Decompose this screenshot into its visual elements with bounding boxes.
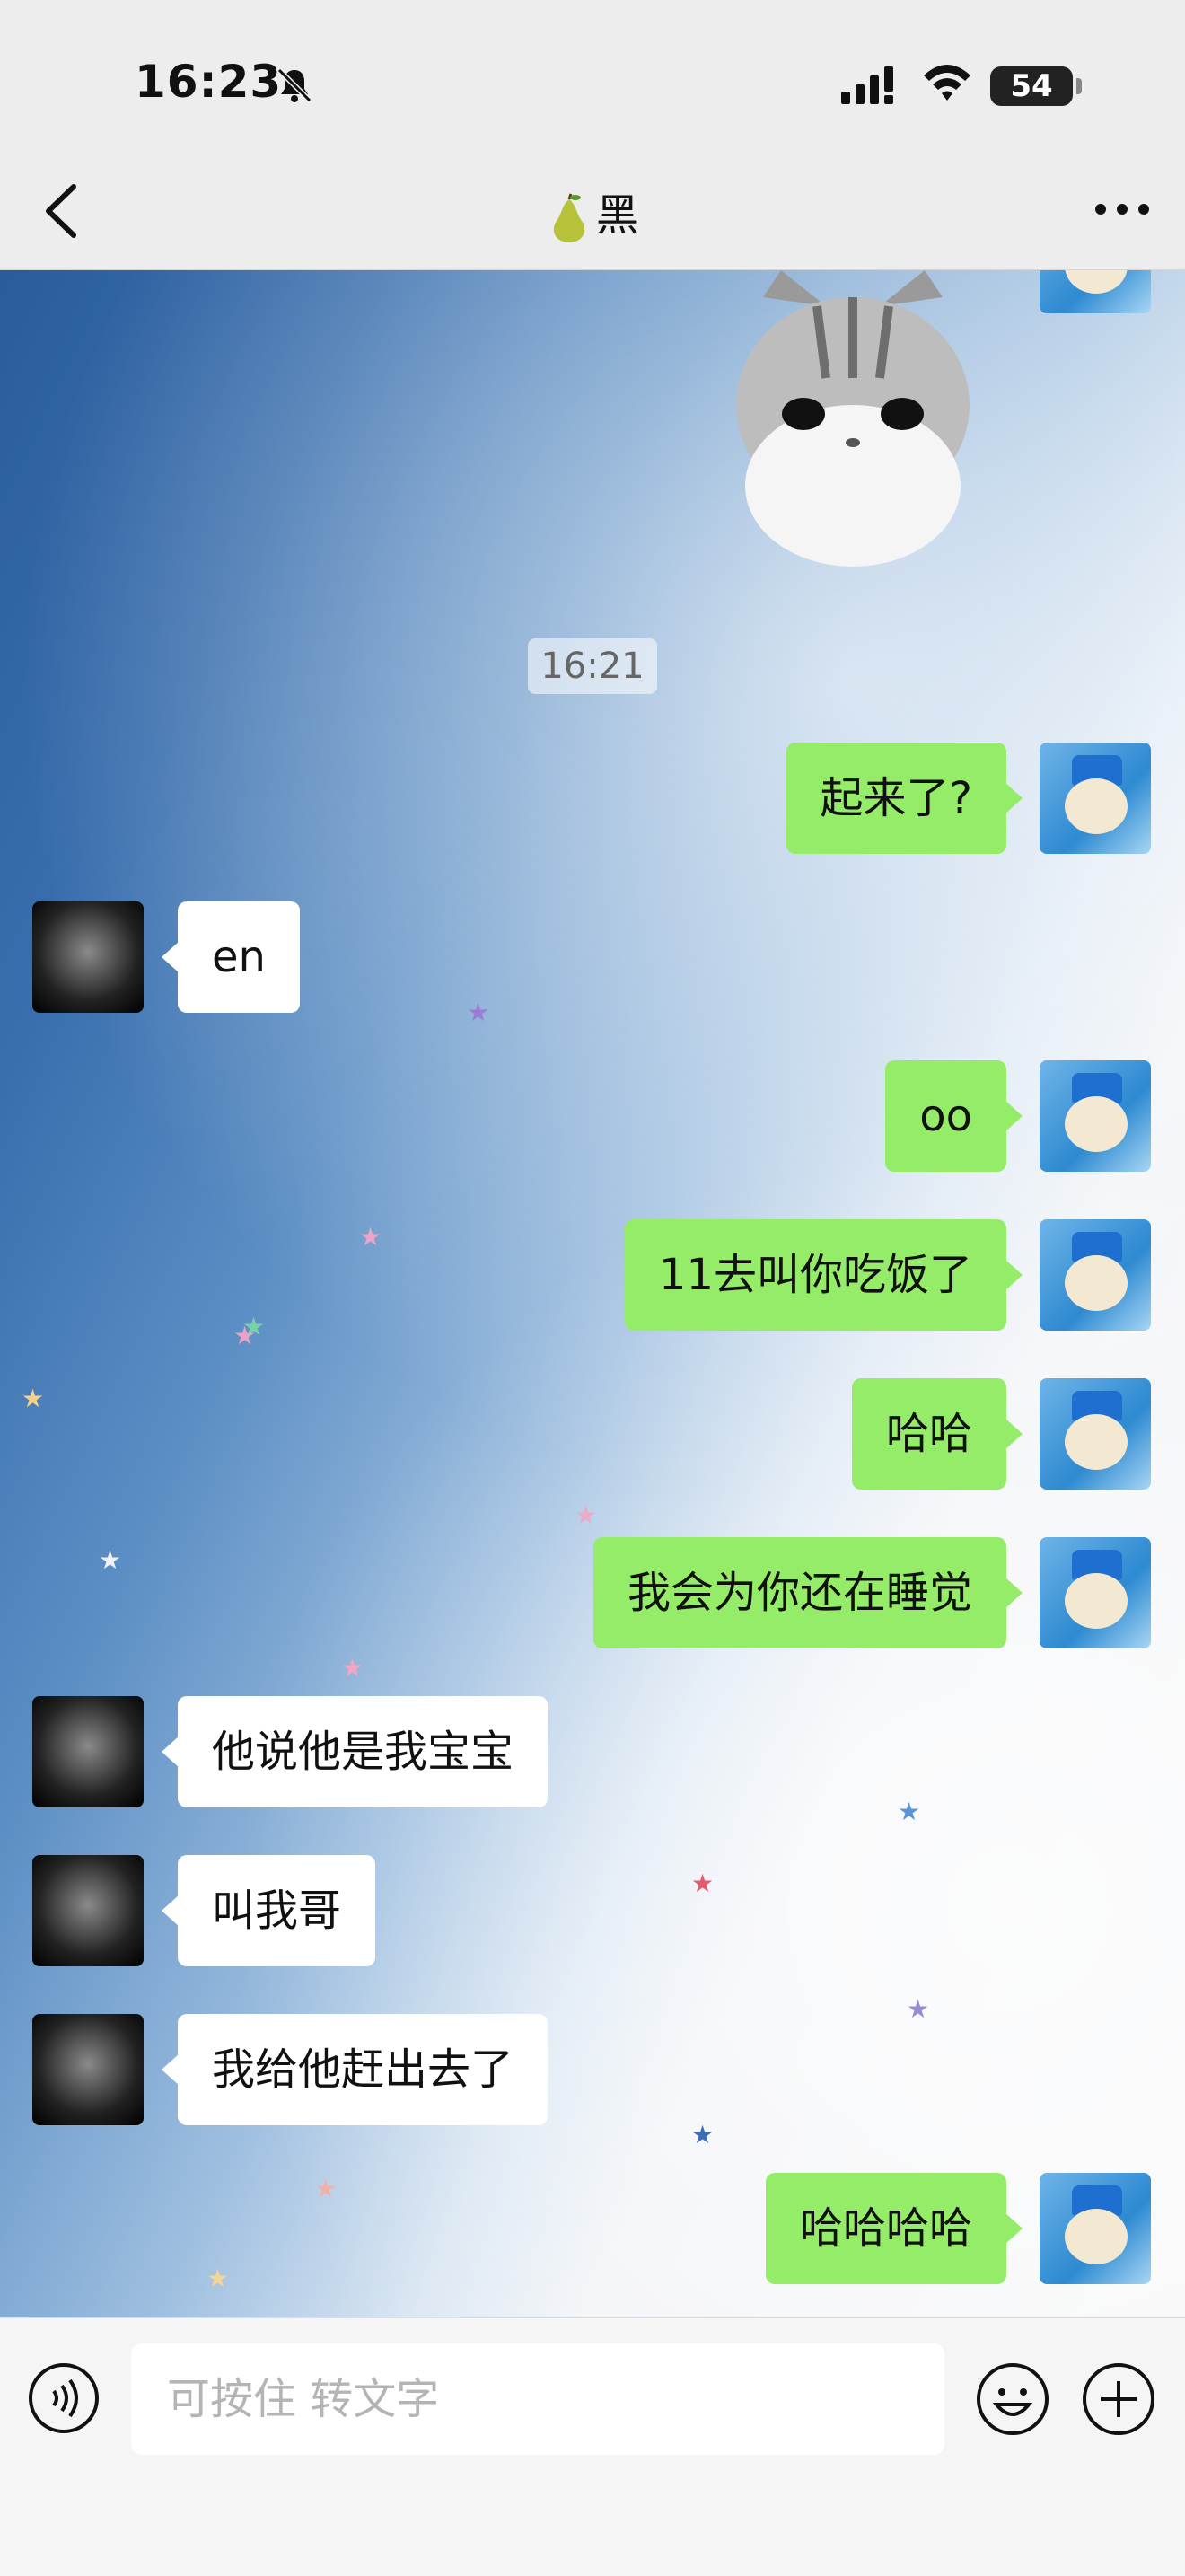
background-star: ★ <box>575 1500 598 1530</box>
status-bar: 16:23 54 <box>0 0 1185 153</box>
background-star: ★ <box>22 1384 45 1413</box>
message-bubble-outgoing[interactable]: 哈哈 <box>851 1378 1023 1490</box>
background-star: ★ <box>898 1797 921 1826</box>
my-avatar[interactable] <box>1040 1378 1151 1490</box>
chat-title-text: 黑 <box>595 190 639 241</box>
battery-indicator: 54 <box>990 66 1082 106</box>
my-avatar[interactable] <box>1040 1537 1151 1648</box>
background-star: ★ <box>691 1868 715 1898</box>
message-bubble-incoming[interactable]: 叫我哥 <box>161 1855 376 1966</box>
add-attachment-icon[interactable] <box>1081 2361 1156 2437</box>
wifi-icon <box>924 65 970 101</box>
message-bubble-outgoing[interactable]: 11去叫你吃饭了 <box>624 1219 1023 1331</box>
my-avatar[interactable] <box>1040 2173 1151 2284</box>
my-avatar[interactable] <box>1040 1219 1151 1331</box>
background-star: ★ <box>907 1994 930 2024</box>
background-star: ★ <box>242 1312 266 1341</box>
background-star: ★ <box>691 2120 715 2150</box>
my-avatar[interactable] <box>1040 270 1151 313</box>
more-options-icon[interactable] <box>1086 187 1158 232</box>
contact-avatar[interactable] <box>32 1696 144 1807</box>
message-text-input[interactable]: 可按住 转文字 <box>131 2343 944 2455</box>
message-bubble-incoming[interactable]: 他说他是我宝宝 <box>161 1696 549 1807</box>
my-avatar[interactable] <box>1040 743 1151 854</box>
message-timestamp: 16:21 <box>528 638 657 694</box>
my-avatar[interactable] <box>1040 1060 1151 1172</box>
cat-sticker-image[interactable] <box>727 270 979 567</box>
chat-background <box>0 270 1185 2317</box>
message-bubble-outgoing[interactable]: oo <box>885 1060 1023 1172</box>
chat-title: 黑 <box>0 180 1185 244</box>
contact-avatar[interactable] <box>32 2014 144 2125</box>
message-input-bar: 可按住 转文字 <box>0 2317 1185 2576</box>
status-time: 16:23 <box>135 56 283 108</box>
background-star: ★ <box>341 1653 364 1683</box>
pear-emoji-icon <box>553 193 585 242</box>
cellular-signal-icon <box>841 66 893 104</box>
chat-message-area[interactable]: ★ ★ ★ ★ ★ ★ ★ ★ ★ ★ ★ ★ ★ ★ 16:21 起来了? e… <box>0 270 1185 2317</box>
contact-avatar[interactable] <box>32 1855 144 1966</box>
emoji-icon[interactable] <box>975 2361 1050 2437</box>
background-star: ★ <box>359 1222 382 1252</box>
contact-avatar[interactable] <box>32 901 144 1013</box>
background-star: ★ <box>467 998 490 1027</box>
background-star: ★ <box>314 2174 338 2203</box>
message-bubble-outgoing[interactable]: 我会为你还在睡觉 <box>592 1537 1023 1648</box>
background-star: ★ <box>206 2264 230 2293</box>
message-bubble-incoming[interactable]: en <box>162 901 300 1013</box>
message-bubble-outgoing[interactable]: 起来了? <box>786 743 1023 854</box>
background-star: ★ <box>99 1545 122 1575</box>
message-bubble-incoming[interactable]: 我给他赶出去了 <box>161 2014 549 2125</box>
message-bubble-outgoing[interactable]: 哈哈哈哈 <box>765 2173 1023 2284</box>
voice-input-icon[interactable] <box>27 2361 101 2435</box>
chat-header: 黑 <box>0 153 1185 270</box>
muted-bell-icon <box>276 67 312 103</box>
